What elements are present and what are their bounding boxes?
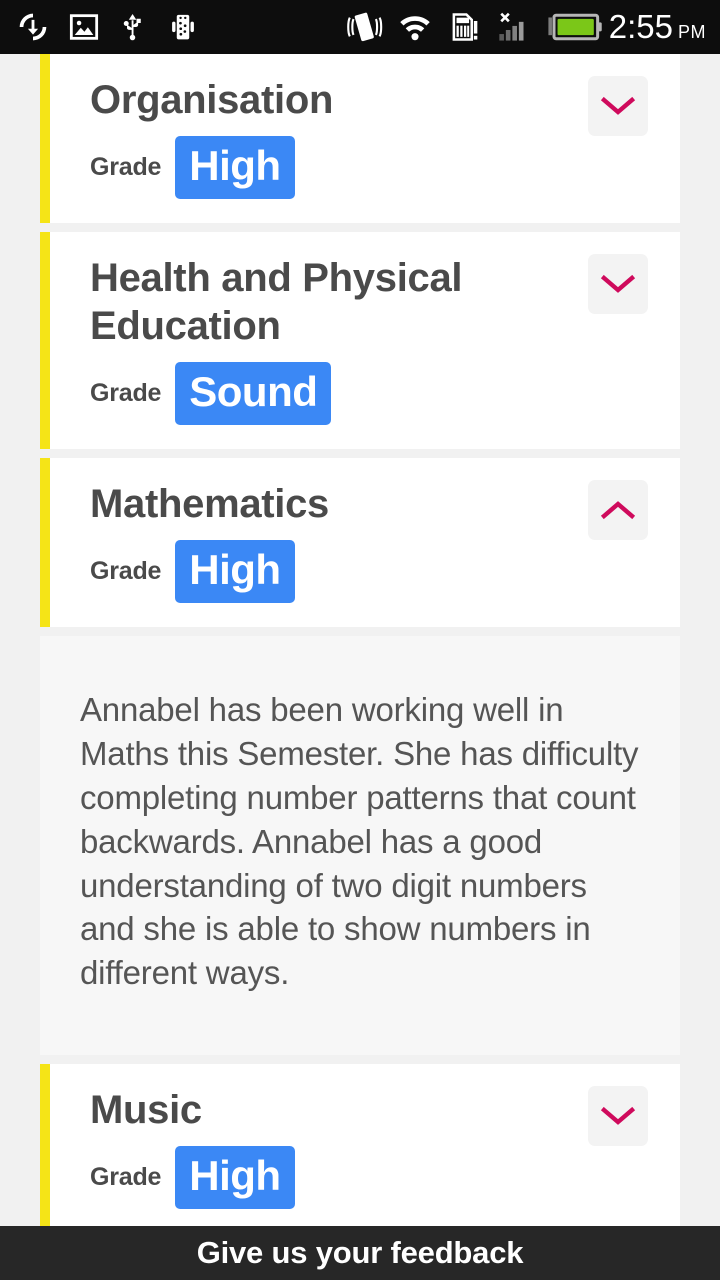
feedback-bar[interactable]: Give us your feedback <box>0 1226 720 1280</box>
wifi-icon <box>397 12 433 42</box>
grade-badge: High <box>175 1146 295 1210</box>
grade-badge: High <box>175 540 295 603</box>
subject-title: Organisation <box>90 78 334 122</box>
android-update-icon <box>166 10 200 44</box>
subject-title: Health and Physical Education <box>90 256 463 348</box>
expand-toggle-button[interactable] <box>588 1086 648 1147</box>
usb-icon <box>118 11 148 43</box>
feedback-label: Give us your feedback <box>196 1235 524 1270</box>
grade-row: Grade High <box>90 540 680 603</box>
grade-row: Grade Sound <box>90 362 680 425</box>
sim-card-warning-icon <box>447 11 481 43</box>
clock-ampm: PM <box>678 22 706 42</box>
subject-title: Music <box>90 1088 202 1133</box>
subject-list[interactable]: Organisation Grade High Health and Physi… <box>0 54 720 1226</box>
expand-toggle-button[interactable] <box>588 254 648 314</box>
screenshot-image-icon <box>68 11 100 43</box>
accent-bar <box>40 232 50 449</box>
chevron-up-icon <box>600 501 636 520</box>
download-sync-icon <box>16 10 50 44</box>
subject-card-body: Health and Physical Education Grade Soun… <box>50 232 680 449</box>
subject-card-music[interactable]: Music Grade High <box>40 1064 680 1226</box>
chevron-down-icon <box>600 96 636 115</box>
expand-toggle-button[interactable] <box>588 76 648 136</box>
accent-bar <box>40 54 50 223</box>
subject-card-organisation[interactable]: Organisation Grade High <box>40 54 680 223</box>
collapse-toggle-button[interactable] <box>588 480 648 540</box>
accent-bar <box>40 458 50 627</box>
clock-time: 2:55 <box>608 8 673 45</box>
grade-label: Grade <box>90 153 162 181</box>
subject-card-body: Music Grade High <box>50 1064 680 1226</box>
grade-row: Grade High <box>90 136 680 199</box>
grade-row: Grade High <box>90 1146 680 1210</box>
subject-title: Mathematics <box>90 482 330 526</box>
subject-comment-panel: Annabel has been working well in Maths t… <box>40 636 680 1056</box>
subject-card-health-and-physical-education[interactable]: Health and Physical Education Grade Soun… <box>40 232 680 449</box>
vibrate-icon <box>345 10 383 44</box>
app-screen: 2:55 PM Organisation Grade High Health a… <box>0 0 720 1280</box>
grade-badge: High <box>175 136 295 199</box>
accent-bar <box>40 1064 50 1226</box>
subject-card-mathematics[interactable]: Mathematics Grade High <box>40 458 680 627</box>
grade-badge: Sound <box>175 362 332 425</box>
subject-card-body: Mathematics Grade High <box>50 458 680 627</box>
status-bar-left-icons <box>16 10 200 44</box>
grade-label: Grade <box>90 1163 162 1192</box>
signal-no-service-icon <box>495 10 533 44</box>
subject-comment-text: Annabel has been working well in Maths t… <box>80 691 639 992</box>
grade-label: Grade <box>90 379 162 407</box>
chevron-down-icon <box>600 1107 636 1126</box>
android-status-bar: 2:55 PM <box>0 0 720 54</box>
status-bar-right-icons <box>345 10 603 44</box>
status-bar-clock: 2:55 PM <box>609 8 706 46</box>
chevron-down-icon <box>600 274 636 293</box>
subject-card-body: Organisation Grade High <box>50 54 680 223</box>
battery-icon <box>547 12 603 42</box>
grade-label: Grade <box>90 557 162 585</box>
